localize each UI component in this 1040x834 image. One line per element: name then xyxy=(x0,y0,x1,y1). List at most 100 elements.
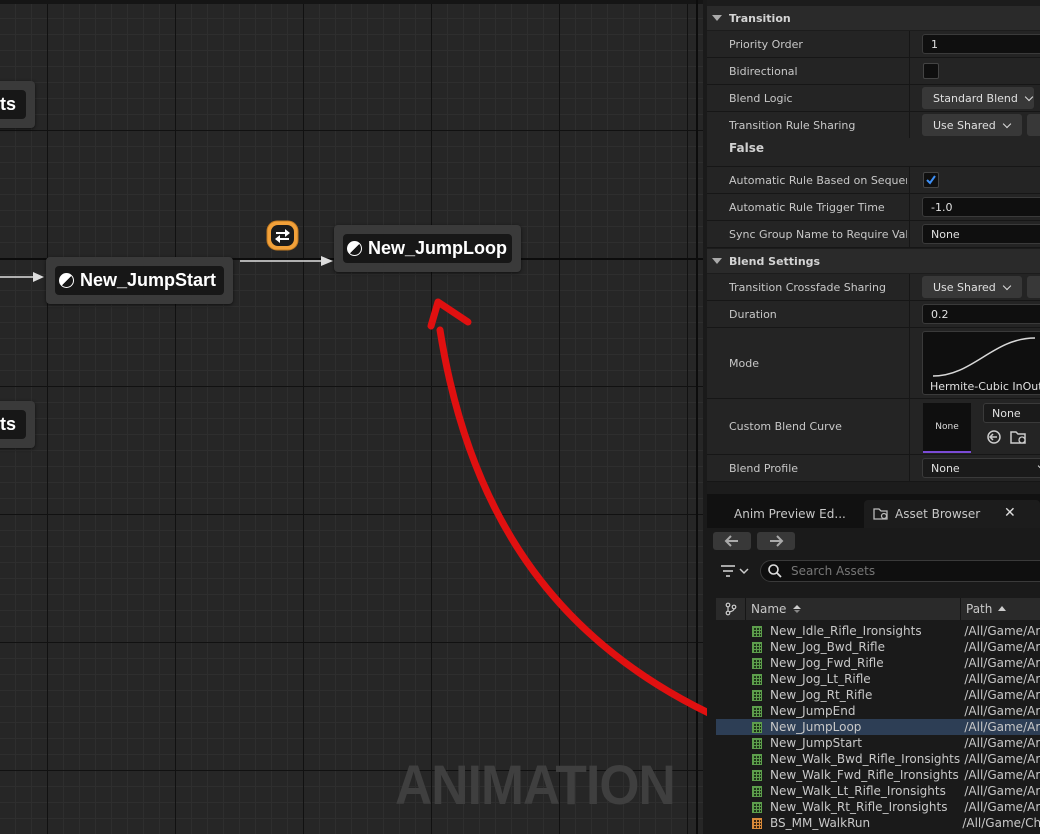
dropdown-value: None xyxy=(931,461,960,475)
tab-label: Asset Browser xyxy=(895,507,981,521)
priority-order-input[interactable]: 1 xyxy=(922,34,1040,54)
asset-row[interactable]: New_Jog_Fwd_Rifle/All/Game/Ar xyxy=(716,655,1040,671)
anim-sequence-icon xyxy=(752,801,762,813)
curve-asset-thumbnail[interactable]: None xyxy=(923,403,971,453)
prop-label: Priority Order xyxy=(729,37,803,51)
collapse-caret-icon[interactable] xyxy=(712,15,722,21)
anim-sequence-icon xyxy=(752,721,762,733)
asset-name: New_Walk_Bwd_Rifle_Ironsights xyxy=(770,752,961,766)
tab-asset-browser[interactable]: Asset Browser ✕ xyxy=(864,500,1040,528)
asset-row[interactable]: New_Walk_Rt_Rifle_Ironsights/All/Game/Ar xyxy=(716,799,1040,815)
asset-row[interactable]: New_JumpLoop/All/Game/Ar xyxy=(716,719,1040,735)
asset-row[interactable]: New_Walk_Fwd_Rifle_Ironsights/All/Game/A… xyxy=(716,767,1040,783)
state-node-new-jumpstart[interactable]: New_JumpStart xyxy=(46,257,233,304)
section-transition[interactable]: Transition xyxy=(707,6,1040,30)
asset-path: /All/Game/Ar xyxy=(964,736,1040,750)
path-column-header[interactable]: Path xyxy=(961,598,1040,620)
transition-rule-sharing-dropdown[interactable]: Use Shared xyxy=(922,114,1022,136)
asset-browser-icon xyxy=(873,508,888,520)
asset-path: /All/Game/Ar xyxy=(964,720,1040,734)
collapse-caret-icon[interactable] xyxy=(712,258,722,264)
asset-row[interactable]: New_Idle_Rifle_Ironsights/All/Game/Ar xyxy=(716,623,1040,639)
blend-space-icon xyxy=(752,817,762,829)
column-label: Name xyxy=(751,602,787,616)
prop-label: Transition Crossfade Sharing xyxy=(729,280,886,294)
prop-label: Custom Blend Curve xyxy=(729,420,842,433)
trigger-time-input[interactable]: -1.0 xyxy=(922,197,1040,217)
prop-label: Automatic Rule Trigger Time xyxy=(729,200,885,214)
source-control-column[interactable] xyxy=(716,598,746,620)
sync-group-input[interactable]: None xyxy=(922,224,1040,244)
state-icon xyxy=(59,273,74,288)
state-node-partial-bottom[interactable]: ts xyxy=(0,401,35,448)
anim-sequence-icon xyxy=(752,785,762,797)
asset-name: New_Walk_Fwd_Rifle_Ironsights xyxy=(770,768,959,782)
asset-path: /All/Game/Ar xyxy=(964,800,1040,814)
asset-name: New_Idle_Rifle_Ironsights xyxy=(770,624,922,638)
asset-row[interactable]: New_Walk_Bwd_Rifle_Ironsights/All/Game/A… xyxy=(716,751,1040,767)
graph-watermark: ANIMATION xyxy=(395,753,676,816)
chevron-down-icon xyxy=(1024,92,1034,101)
section-blend-settings[interactable]: Blend Settings xyxy=(707,249,1040,273)
asset-row[interactable]: BS_MM_WalkRun/All/Game/Ch xyxy=(716,815,1040,831)
anim-sequence-icon xyxy=(752,673,762,685)
rule-value-false-label: False xyxy=(729,141,764,155)
forward-button[interactable] xyxy=(757,532,795,550)
search-assets-input[interactable]: Search Assets xyxy=(760,560,1040,582)
filter-button[interactable] xyxy=(719,563,753,579)
bidirectional-checkbox[interactable] xyxy=(923,63,939,79)
state-node-label: New_JumpStart xyxy=(80,270,217,290)
asset-name: New_JumpStart xyxy=(770,736,862,750)
back-button[interactable] xyxy=(713,532,751,550)
asset-row[interactable]: New_JumpStart/All/Game/Ar xyxy=(716,735,1040,751)
blend-logic-dropdown[interactable]: Standard Blend xyxy=(922,87,1034,109)
dropdown-value: Use Shared xyxy=(933,280,996,294)
divider xyxy=(909,274,910,300)
state-machine-graph[interactable]: ts ts New_JumpStart New_JumpLoop ANIMATI… xyxy=(0,0,703,834)
asset-path: /All/Game/Ar xyxy=(964,672,1040,686)
row-mode: Mode Hermite-Cubic InOut xyxy=(707,328,1040,399)
asset-row[interactable]: New_Jog_Bwd_Rifle/All/Game/Ar xyxy=(716,639,1040,655)
blend-profile-dropdown[interactable]: None xyxy=(922,458,1040,478)
row-trigger-time: Automatic Rule Trigger Time -1.0 xyxy=(707,194,1040,221)
asset-row[interactable]: New_Jog_Rt_Rifle/All/Game/Ar xyxy=(716,687,1040,703)
graph-top-bar xyxy=(0,0,703,4)
crossfade-sharing-extra-button[interactable] xyxy=(1027,276,1040,298)
arrow-right-icon xyxy=(770,535,784,547)
asset-row[interactable]: New_Walk_Lt_Rifle_Ironsights/All/Game/Ar xyxy=(716,783,1040,799)
crossfade-sharing-dropdown[interactable]: Use Shared xyxy=(922,276,1022,298)
divider xyxy=(909,58,910,84)
asset-path: /All/Game/Ar xyxy=(964,752,1040,766)
sort-ascending-icon xyxy=(793,605,802,613)
section-title: Transition xyxy=(729,11,791,25)
rule-sharing-extra-button[interactable] xyxy=(1027,114,1040,136)
tab-anim-preview-editor[interactable]: Anim Preview Ed... xyxy=(707,500,855,528)
name-column-header[interactable]: Name xyxy=(746,598,961,620)
row-bidirectional: Bidirectional xyxy=(707,58,1040,85)
browse-folder-icon[interactable] xyxy=(1010,429,1028,445)
checkmark-icon xyxy=(926,175,936,185)
duration-input[interactable]: 0.2 xyxy=(922,304,1040,324)
custom-curve-picker[interactable]: None xyxy=(983,403,1040,423)
automatic-rule-checkbox[interactable] xyxy=(923,172,939,188)
state-node-label: New_JumpLoop xyxy=(368,238,508,258)
asset-name: New_Jog_Lt_Rifle xyxy=(770,672,871,686)
asset-row[interactable]: New_JumpEnd/All/Game/Ar xyxy=(716,703,1040,719)
state-node-new-jumploop[interactable]: New_JumpLoop xyxy=(334,225,521,272)
divider xyxy=(909,85,910,111)
row-automatic-rule: Automatic Rule Based on Sequen... xyxy=(707,167,1040,194)
dropdown-value: Use Shared xyxy=(933,118,996,132)
dropdown-value: Standard Blend xyxy=(933,91,1018,105)
close-icon[interactable]: ✕ xyxy=(1004,505,1016,521)
asset-row[interactable]: New_Jog_Lt_Rifle/All/Game/Ar xyxy=(716,671,1040,687)
tab-label: Anim Preview Ed... xyxy=(734,507,846,521)
asset-path: /All/Game/Ar xyxy=(964,640,1040,654)
state-node-label: ts xyxy=(0,94,17,114)
use-selected-icon[interactable] xyxy=(986,429,1002,445)
prop-label: Mode xyxy=(729,356,759,370)
anim-sequence-icon xyxy=(752,641,762,653)
prop-label: Sync Group Name to Require Vali... xyxy=(729,227,907,241)
state-node-partial-top[interactable]: ts xyxy=(0,81,35,128)
blend-mode-selector[interactable]: Hermite-Cubic InOut xyxy=(922,331,1040,395)
anim-sequence-icon xyxy=(752,769,762,781)
